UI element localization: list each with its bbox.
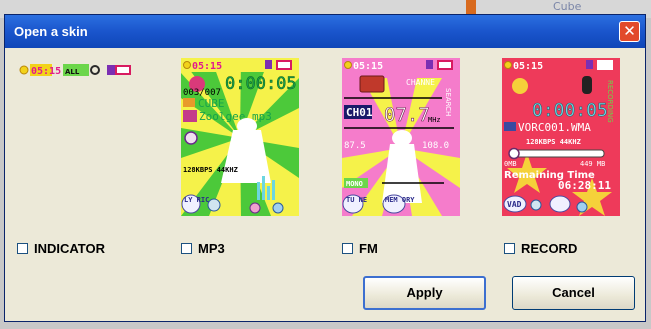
dialog-title: Open a skin bbox=[14, 24, 88, 39]
checkbox-record-box[interactable] bbox=[504, 243, 515, 254]
bitrate: 128KBPS 44KHZ bbox=[526, 138, 581, 146]
checkbox-fm-label: FM bbox=[359, 241, 378, 256]
lyric-button: LY RIC bbox=[184, 196, 209, 204]
close-button[interactable]: ✕ bbox=[619, 21, 640, 42]
storage-max: 449 MB bbox=[580, 160, 605, 168]
status-mode: ALL bbox=[65, 68, 80, 76]
cancel-button[interactable]: Cancel bbox=[512, 276, 635, 310]
tune-button: TU NE bbox=[346, 196, 367, 204]
record-dot-icon bbox=[19, 65, 29, 75]
frequency-unit: MHz bbox=[428, 116, 441, 124]
checkbox-fm-box[interactable] bbox=[342, 243, 353, 254]
checkbox-indicator-box[interactable] bbox=[17, 243, 28, 254]
remaining-time: 06:28:11 bbox=[558, 179, 611, 192]
dialog-body: 05:15 ALL 05:15 003/007 0:00:05 CUBE Zoo… bbox=[5, 48, 645, 321]
channel-word: CHANNE bbox=[406, 78, 435, 87]
record-file: VORC001.WMA bbox=[518, 121, 591, 134]
mode: MONO bbox=[346, 180, 363, 188]
checkbox-mp3-label: MP3 bbox=[198, 241, 225, 256]
memory-button: MEM ORY bbox=[385, 196, 415, 204]
side-label: RECORDING bbox=[606, 80, 614, 123]
play-icon bbox=[184, 131, 198, 145]
frequency: 07.7 bbox=[384, 104, 430, 126]
checkbox-indicator-label: INDICATOR bbox=[34, 241, 106, 256]
apply-button[interactable]: Apply bbox=[363, 276, 486, 310]
close-icon: ✕ bbox=[623, 22, 636, 40]
microphone-icon bbox=[582, 76, 592, 94]
lock-icon bbox=[107, 65, 115, 75]
skin-preview-mp3[interactable]: 05:15 003/007 0:00:05 CUBE Zoolgee.mp3 1… bbox=[181, 58, 299, 216]
skin-preview-record[interactable]: 05:15 0:00:05 VORC001.WMA 128KBPS 44KHZ … bbox=[502, 58, 620, 216]
vad-button: VAD bbox=[507, 200, 522, 209]
file-name: Zoolgee.mp3 bbox=[199, 110, 272, 123]
skin-preview-fm[interactable]: 05:15 CHANNE CH01 07.7 MHz 87.5 108.0 SE… bbox=[342, 58, 460, 216]
background-label: Cube bbox=[553, 0, 582, 13]
status-time: 05:15 bbox=[513, 61, 543, 72]
folder-name: CUBE bbox=[198, 97, 225, 110]
side-label: SEARCH bbox=[444, 88, 452, 116]
checkbox-mp3-box[interactable] bbox=[181, 243, 192, 254]
record-time: 0:00:05 bbox=[532, 100, 608, 121]
mp3-icon bbox=[183, 110, 197, 122]
storage-bar bbox=[513, 149, 605, 158]
open-skin-dialog: Open a skin ✕ 05:15 ALL 05:15 003/007 0:… bbox=[4, 14, 646, 322]
play-time: 0:00:05 bbox=[225, 74, 297, 94]
radio-icon bbox=[359, 75, 385, 93]
skin-preview-indicator[interactable]: 05:15 ALL bbox=[17, 58, 135, 216]
title-bar[interactable]: Open a skin ✕ bbox=[5, 15, 645, 48]
battery-icon bbox=[115, 65, 131, 75]
speaker-icon bbox=[512, 78, 528, 94]
status-time: 05:15 bbox=[31, 66, 61, 77]
channel-number: CH01 bbox=[346, 106, 373, 119]
file-icon bbox=[504, 122, 516, 131]
status-time: 05:15 bbox=[192, 61, 222, 72]
frequency-max: 108.0 bbox=[422, 141, 449, 151]
checkbox-record-label: RECORD bbox=[521, 241, 578, 256]
bitrate: 128KBPS 44KHZ bbox=[183, 166, 238, 174]
status-time: 05:15 bbox=[353, 61, 383, 72]
frequency-min: 87.5 bbox=[344, 141, 366, 151]
storage-min: 0MB bbox=[504, 160, 517, 168]
folder-icon bbox=[183, 98, 195, 107]
